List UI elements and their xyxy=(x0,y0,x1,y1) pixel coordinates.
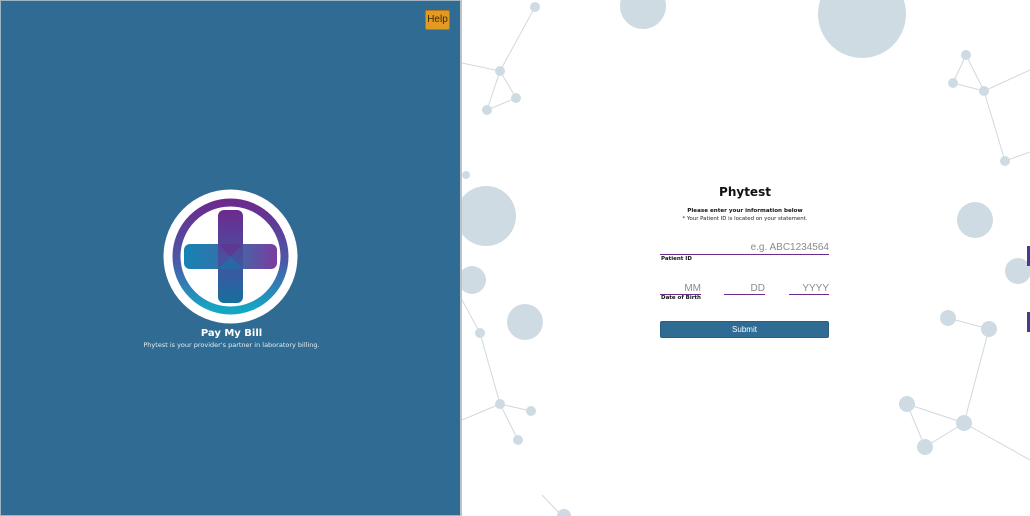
patient-id-input[interactable] xyxy=(660,241,829,255)
molecule-background xyxy=(462,0,1030,516)
patient-id-label: Patient ID xyxy=(661,256,692,262)
dob-day-input[interactable] xyxy=(724,282,765,295)
brand-tagline: Phytest is your provider's partner in la… xyxy=(143,341,320,349)
brand-panel: Help Pay My Bill Phytest is your provide… xyxy=(0,0,461,516)
help-button[interactable]: Help xyxy=(425,10,450,30)
login-page: Help Pay My Bill Phytest is your provide… xyxy=(0,0,1030,516)
dob-year-input[interactable] xyxy=(789,282,829,295)
form-instruction: Please enter your information below xyxy=(687,208,803,214)
plus-logo-icon xyxy=(163,189,298,324)
submit-button[interactable]: Submit xyxy=(660,321,829,338)
dob-label: Date of Birth xyxy=(661,295,701,301)
brand-title: Pay My Bill xyxy=(200,328,263,339)
form-note: * Your Patient ID is located on your sta… xyxy=(682,216,808,222)
form-title: Phytest xyxy=(719,185,771,199)
dob-month-input[interactable] xyxy=(660,282,701,295)
